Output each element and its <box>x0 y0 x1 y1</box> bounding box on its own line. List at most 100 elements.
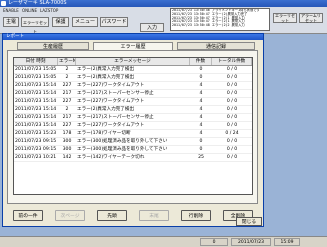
tab-production-history[interactable]: 生産履歴 <box>17 42 89 50</box>
table-row[interactable]: 2011/07/23 09:15 300 エラー(300)処理済み品を取り外して下さ… <box>14 146 252 154</box>
column-header-message[interactable]: エラーメッセージ <box>76 58 190 65</box>
cell-message: エラー(300)処理済み品を取り外して下さい <box>77 147 168 152</box>
cell-count: 0 <box>199 75 203 80</box>
cell-total: 0 / 0 <box>226 107 238 112</box>
password-button[interactable]: パスワード <box>100 17 128 27</box>
cell-count: 4 <box>199 107 203 112</box>
table-row[interactable]: 2011/07/23 15:14 217 エラー(217)ストーパーセンサー停止 4 0… <box>14 90 252 98</box>
table-row[interactable]: 2011/07/23 15:14 227 エラー(227)ワークタイムアウト 4 0 /… <box>14 82 252 90</box>
status-bar: 0 2011/07/23 15:09 <box>0 236 327 247</box>
table-row[interactable]: 2011/07/23 15:14 2 エラー(2)異常入力完了検出 4 0 / 0 <box>14 106 252 114</box>
cell-total: 0 / 0 <box>226 91 238 96</box>
side-alarm-reset-button[interactable]: アラームリセット <box>299 13 323 23</box>
cell-datetime: 2011/07/23 10:21 <box>15 155 57 160</box>
cell-error-no: 2 <box>65 67 69 72</box>
cell-total: 0 / 0 <box>226 155 238 160</box>
table-row[interactable]: 2011/07/23 15:14 227 エラー(227)ワークタイムアウト 4 0 /… <box>14 122 252 130</box>
cell-total: 0 / 0 <box>226 115 238 120</box>
error-reset-button[interactable]: エラーリセット <box>21 17 49 34</box>
prev-button[interactable]: 前の一件 <box>13 210 43 221</box>
cell-datetime: 2011/07/23 15:23 <box>15 131 57 136</box>
menu-button[interactable]: メニュー <box>72 17 98 27</box>
table-row[interactable]: 2011/07/23 15:23 178 エラー(178)ワイヤー切断 4 0 / 24 <box>14 130 252 138</box>
cell-count: 4 <box>199 123 203 128</box>
cell-error-no: 2 <box>65 107 69 112</box>
cell-message: エラー(227)ワークタイムアウト <box>77 123 145 128</box>
cell-error-no: 217 <box>62 91 72 96</box>
table-row[interactable]: 2011/07/23 15:05 2 エラー(2)異常入力完了検出 0 0 / 0 <box>14 66 252 74</box>
label-enable: ENABLE <box>3 8 19 13</box>
cell-error-no: 142 <box>62 155 72 160</box>
cell-datetime: 2011/07/23 15:05 <box>15 67 57 72</box>
status-date: 2011/07/23 <box>231 238 271 246</box>
cell-error-no: 300 <box>62 139 72 144</box>
cell-message: エラー(178)ワイヤー切断 <box>77 131 131 136</box>
table-row[interactable]: 2011/07/23 09:15 300 エラー(300)処理済み品を取り外して下さ… <box>14 138 252 146</box>
table-row[interactable]: 2011/07/23 15:14 217 エラー(217)ストーパーセンサー停止 4 0… <box>14 114 252 122</box>
first-button[interactable]: 先頭 <box>97 210 127 221</box>
error-table[interactable]: 日付 時刻 エラーNo. エラーメッセージ 件数 トータル件数 2011/07/… <box>13 57 253 195</box>
cell-datetime: 2011/07/23 15:14 <box>15 83 57 88</box>
cell-message: エラー(217)ストーパーセンサー停止 <box>77 115 154 120</box>
cell-error-no: 227 <box>62 83 72 88</box>
cell-message: エラー(142)ワイヤーテーク切れ <box>77 155 145 160</box>
cell-error-no: 2 <box>65 75 69 80</box>
cell-message: エラー(217)ストーパーセンサー停止 <box>77 91 154 96</box>
cell-total: 0 / 0 <box>226 67 238 72</box>
cell-count: 0 <box>199 139 203 144</box>
cell-datetime: 2011/07/23 09:15 <box>15 147 57 152</box>
column-header-total[interactable]: トータル件数 <box>212 58 252 65</box>
main-power-button[interactable]: 主電 <box>3 17 19 27</box>
cell-error-no: 217 <box>62 115 72 120</box>
app-title-bar: レーザマーキ SLA-7000S <box>0 0 327 7</box>
cell-total: 0 / 24 <box>225 131 239 136</box>
cell-count: 4 <box>199 131 203 136</box>
report-dialog: レポート 生産履歴 エラー履歴 通信記録 日付 時刻 エラーNo. エラーメッセ… <box>2 33 264 227</box>
error-history-panel: 日付 時刻 エラーNo. エラーメッセージ 件数 トータル件数 2011/07/… <box>7 50 258 204</box>
cell-total: 0 / 0 <box>226 147 238 152</box>
cell-total: 0 / 0 <box>226 99 238 104</box>
app-icon <box>1 1 6 6</box>
cell-count: 0 <box>199 67 203 72</box>
side-error-reset-button[interactable]: エラーリセット <box>273 13 297 23</box>
cell-message: エラー(227)ワークタイムアウト <box>77 99 145 104</box>
cell-total: 0 / 0 <box>226 123 238 128</box>
cell-error-no: 227 <box>62 99 72 104</box>
table-row[interactable]: 2011/07/23 15:14 227 エラー(227)ワークタイムアウト 4 0 /… <box>14 98 252 106</box>
table-header: 日付 時刻 エラーNo. エラーメッセージ 件数 トータル件数 <box>14 58 252 66</box>
cell-count: 4 <box>199 99 203 104</box>
cell-datetime: 2011/07/23 15:14 <box>15 107 57 112</box>
cell-total: 0 / 0 <box>226 75 238 80</box>
column-header-count[interactable]: 件数 <box>190 58 212 65</box>
cell-message: エラー(227)ワークタイムアウト <box>77 83 145 88</box>
cell-count: 0 <box>199 147 203 152</box>
next-page-button[interactable]: 次ページ <box>55 210 85 221</box>
table-row[interactable]: 2011/07/23 15:05 2 エラー(2)異常入力完了検出 0 0 / 0 <box>14 74 252 82</box>
message-log: 2011/07/23 13:50:46 アライメントキー1待ち状態です 2011… <box>170 8 270 31</box>
status-time: 15:09 <box>274 238 300 246</box>
cell-count: 4 <box>199 91 203 96</box>
cell-datetime: 2011/07/23 15:14 <box>15 123 57 128</box>
column-header-datetime[interactable]: 日付 時刻 <box>14 58 58 65</box>
table-row[interactable]: 2011/07/23 10:21 142 エラー(142)ワイヤーテーク切れ 25 0 … <box>14 154 252 162</box>
cell-count: 4 <box>199 115 203 120</box>
cell-message: エラー(2)異常入力完了検出 <box>77 75 135 80</box>
cell-message: エラー(2)異常入力完了検出 <box>77 67 135 72</box>
toolbar: ENABLE ONLINE LAZSTOP 主電 エラーリセット 保護 メニュー… <box>0 7 327 34</box>
input-button[interactable]: 入力 <box>140 23 164 32</box>
cell-count: 4 <box>199 83 203 88</box>
cell-count: 25 <box>198 155 204 160</box>
app-title: レーザマーキ SLA-7000S <box>8 0 67 6</box>
delete-row-button[interactable]: 行削除 <box>181 210 211 221</box>
tab-communication-log[interactable]: 通信記録 <box>177 42 255 50</box>
cell-datetime: 2011/07/23 09:15 <box>15 139 57 144</box>
cell-datetime: 2011/07/23 15:14 <box>15 99 57 104</box>
close-button[interactable]: 閉じる <box>236 217 262 226</box>
cell-message: エラー(2)異常入力完了検出 <box>77 107 135 112</box>
log-line: 2011/07/23 13:50:48 エラー(2)2 異常入力 <box>172 23 245 28</box>
column-header-error-no[interactable]: エラーNo. <box>58 58 76 65</box>
last-button[interactable]: 末尾 <box>139 210 169 221</box>
cell-error-no: 300 <box>62 147 72 152</box>
protect-button[interactable]: 保護 <box>52 17 69 27</box>
cell-total: 0 / 0 <box>226 139 238 144</box>
